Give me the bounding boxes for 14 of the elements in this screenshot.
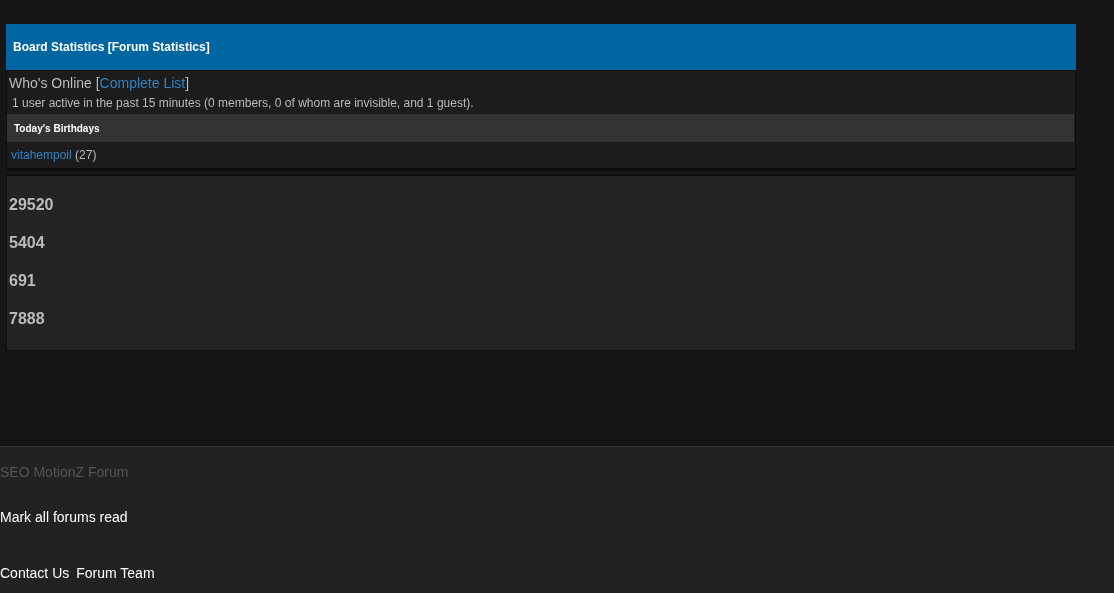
section-title: Who's Online [ <box>9 75 100 91</box>
stat-value: 5404 <box>8 234 46 253</box>
stat-value: 7888 <box>8 310 46 329</box>
birthdays-title: Today's Birthdays <box>14 122 100 134</box>
stat-value: 29520 <box>8 196 55 215</box>
footer-link[interactable]: Forum Team <box>76 565 155 581</box>
online-summary: 1 user active in the past 15 minutes (0 members, 0 of whom are invisible, and 1 guest). <box>11 95 475 112</box>
member-age: (27) <box>75 148 97 162</box>
member-link[interactable]: vitahempoil <box>11 148 72 162</box>
mark-read-link[interactable]: Mark all forums read <box>0 509 1114 564</box>
footer-link[interactable]: Contact Us <box>0 565 70 581</box>
stat-value: 691 <box>8 272 37 291</box>
panel-title: Board Statistics [Forum Statistics] <box>13 40 210 54</box>
bracket: ] <box>185 75 190 91</box>
